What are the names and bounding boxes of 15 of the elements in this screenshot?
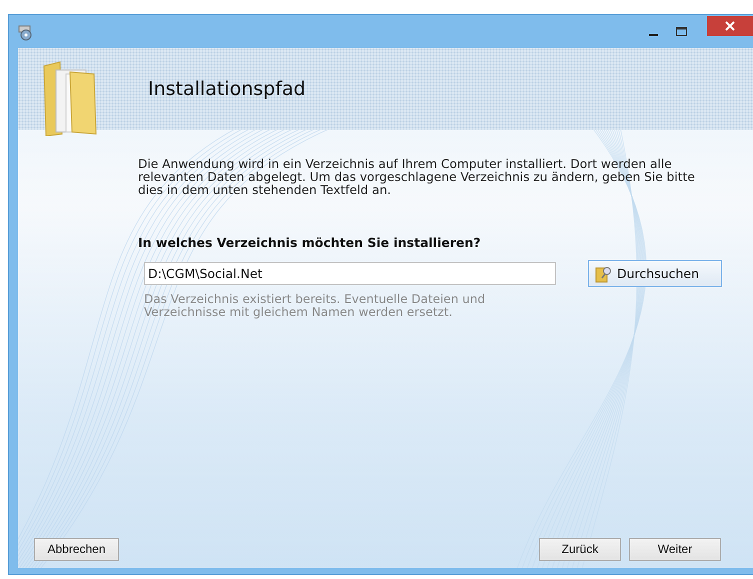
- description-text: Die Anwendung wird in ein Verzeichnis auf Ihrem Computer installiert. Dort werden alle relevanten Daten abgelegt. Um das vorgeschlagene Verzeichnis zu ändern, geben Sie bitte dies in dem unten stehenden Textfeld an.: [138, 158, 696, 197]
- question-label: In welches Verzeichnis möchten Sie installieren?: [138, 235, 482, 250]
- page-title: Installationspfad: [148, 78, 306, 100]
- maximize-icon: [676, 26, 686, 36]
- folder-search-icon: [595, 264, 613, 282]
- back-button[interactable]: Zurück: [539, 538, 621, 560]
- browse-button[interactable]: Durchsuchen: [588, 260, 722, 287]
- cancel-button[interactable]: Abbrechen: [34, 538, 119, 560]
- next-button[interactable]: Weiter: [629, 538, 721, 560]
- minimize-icon: [648, 34, 658, 36]
- path-input-field[interactable]: D:\CGM\Social.Net: [144, 262, 556, 285]
- close-button[interactable]: [707, 16, 753, 36]
- installer-icon: [17, 22, 33, 40]
- close-icon: [725, 20, 735, 30]
- hint-text: Das Verzeichnis existiert bereits. Eventuelle Dateien und Verzeichnisse mit gleichem Namen werden ersetzt.: [144, 293, 486, 319]
